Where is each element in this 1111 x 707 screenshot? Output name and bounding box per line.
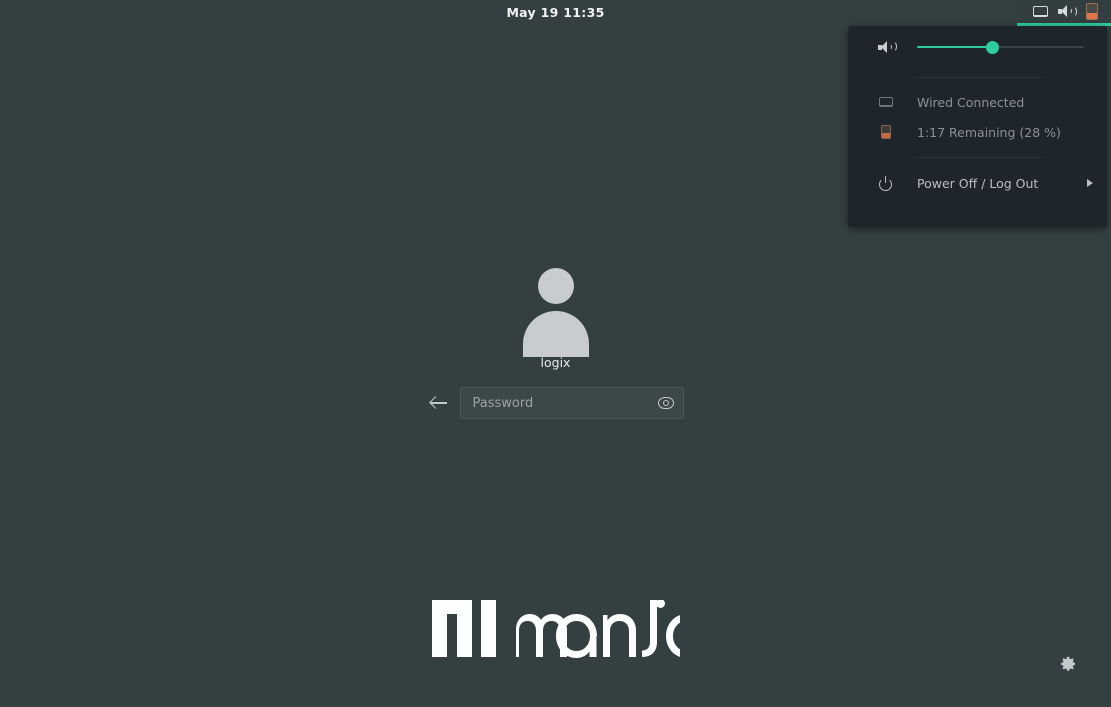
- back-arrow-icon[interactable]: [428, 392, 450, 414]
- volume-icon[interactable]: [1053, 0, 1079, 23]
- power-icon: [878, 175, 894, 191]
- system-tray[interactable]: [1017, 0, 1111, 26]
- avatar-body: [522, 311, 589, 357]
- username-label: logix: [540, 355, 571, 370]
- menu-item-power-off[interactable]: Power Off / Log Out: [848, 167, 1107, 199]
- menu-item-power-off-label: Power Off / Log Out: [917, 175, 1039, 191]
- manjaro-logo-svg: [431, 600, 680, 658]
- network-monitor-icon: [878, 97, 894, 107]
- battery-glyph: [1086, 3, 1098, 20]
- password-row: [428, 387, 684, 419]
- gear-glyph: [1061, 656, 1075, 671]
- clock: May 19 11:35: [506, 5, 605, 20]
- slider-fill: [917, 46, 993, 48]
- avatar[interactable]: [522, 255, 589, 357]
- network-monitor-icon[interactable]: [1027, 0, 1053, 23]
- password-field[interactable]: [459, 387, 684, 419]
- menu-item-network[interactable]: Wired Connected: [848, 87, 1107, 117]
- volume-slider-row[interactable]: [848, 26, 1107, 68]
- password-input[interactable]: [472, 395, 653, 411]
- battery-icon[interactable]: [1079, 0, 1105, 23]
- chevron-right-icon: [1087, 179, 1093, 187]
- avatar-head: [537, 268, 574, 304]
- manjaro-logo: [0, 600, 1111, 662]
- volume-slider[interactable]: [917, 40, 1084, 54]
- speaker-glyph: [1058, 5, 1077, 18]
- system-menu-popup[interactable]: Wired Connected 1:17 Remaining (28 %) Po…: [848, 26, 1107, 227]
- top-panel: May 19 11:35: [0, 0, 1111, 26]
- menu-item-battery-label: 1:17 Remaining (28 %): [917, 124, 1061, 140]
- slider-handle[interactable]: [985, 40, 999, 54]
- menu-divider: [913, 77, 1042, 78]
- battery-icon: [878, 125, 894, 139]
- menu-divider: [913, 157, 1042, 158]
- menu-item-network-label: Wired Connected: [917, 94, 1025, 110]
- speaker-icon: [878, 40, 897, 54]
- eye-icon[interactable]: [657, 397, 674, 409]
- login-area: logix: [0, 255, 1111, 419]
- monitor-glyph: [1032, 6, 1048, 17]
- menu-item-battery[interactable]: 1:17 Remaining (28 %): [848, 117, 1107, 147]
- gear-icon[interactable]: [1057, 654, 1077, 674]
